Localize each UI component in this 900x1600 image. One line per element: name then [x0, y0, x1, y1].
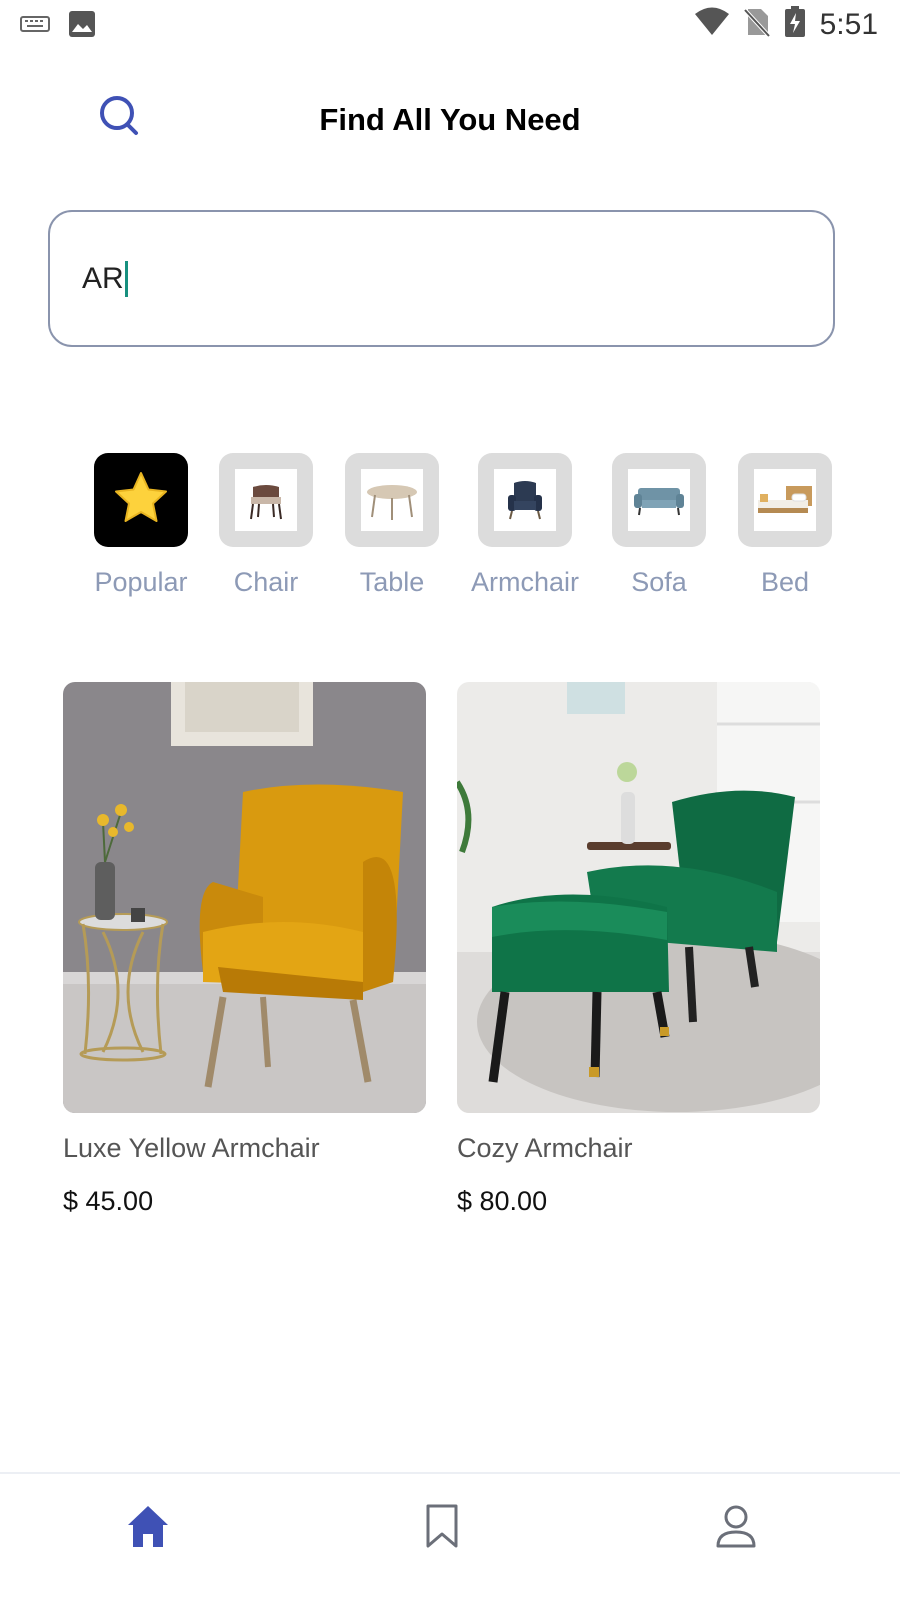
product-card[interactable]: Cozy Armchair $ 80.00	[457, 682, 820, 1217]
category-tile	[94, 453, 188, 547]
category-tile	[612, 453, 706, 547]
status-bar: 5:51	[0, 0, 900, 48]
category-chair[interactable]: Chair	[196, 453, 336, 598]
category-label: Bed	[760, 567, 810, 597]
product-card[interactable]: Luxe Yellow Armchair $ 45.00	[63, 682, 426, 1217]
product-price: $ 80.00	[457, 1186, 548, 1216]
category-label: Table	[359, 567, 425, 597]
category-table[interactable]: Table	[322, 453, 462, 598]
yellow-armchair-photo	[63, 682, 426, 1113]
bookmark-icon	[424, 1503, 460, 1554]
star-icon	[112, 470, 170, 531]
no-sim-icon	[743, 7, 771, 42]
image-icon	[68, 10, 96, 43]
category-list: Popular Chair Table Armchair Sofa Bed	[0, 453, 900, 613]
keyboard-icon	[20, 15, 50, 38]
nav-home[interactable]	[120, 1500, 176, 1556]
text-caret	[124, 260, 128, 297]
category-armchair[interactable]: Armchair	[455, 453, 595, 598]
battery-charging-icon	[784, 6, 806, 43]
category-bed[interactable]: Bed	[715, 453, 855, 598]
wifi-icon	[694, 7, 730, 42]
nav-bookmarks[interactable]	[414, 1500, 470, 1556]
search-input-value: AR	[82, 261, 124, 295]
table-thumbnail	[361, 469, 423, 531]
category-label: Sofa	[631, 567, 687, 597]
category-tile	[478, 453, 572, 547]
nav-profile[interactable]	[708, 1500, 764, 1556]
product-price: $ 45.00	[63, 1186, 154, 1216]
status-time: 5:51	[819, 7, 878, 41]
chair-thumbnail	[235, 469, 297, 531]
category-label: Popular	[94, 567, 188, 597]
status-right: 5:51	[694, 6, 878, 43]
category-tile	[345, 453, 439, 547]
category-sofa[interactable]: Sofa	[589, 453, 729, 598]
bed-thumbnail	[754, 469, 816, 531]
green-armchair-photo	[457, 682, 820, 1113]
search-input[interactable]: AR	[48, 210, 835, 347]
profile-icon	[715, 1504, 757, 1553]
category-tile	[219, 453, 313, 547]
category-tile	[738, 453, 832, 547]
category-popular[interactable]: Popular	[71, 453, 211, 598]
category-label: Armchair	[470, 567, 579, 597]
product-name: Cozy Armchair	[457, 1133, 633, 1163]
bottom-nav	[0, 1472, 900, 1600]
product-name: Luxe Yellow Armchair	[63, 1133, 320, 1163]
page-title: Find All You Need	[319, 102, 581, 137]
sofa-thumbnail	[628, 469, 690, 531]
status-left	[20, 10, 96, 43]
header: Find All You Need	[0, 90, 900, 154]
armchair-thumbnail	[494, 469, 556, 531]
category-label: Chair	[233, 567, 299, 597]
home-icon	[125, 1503, 171, 1554]
